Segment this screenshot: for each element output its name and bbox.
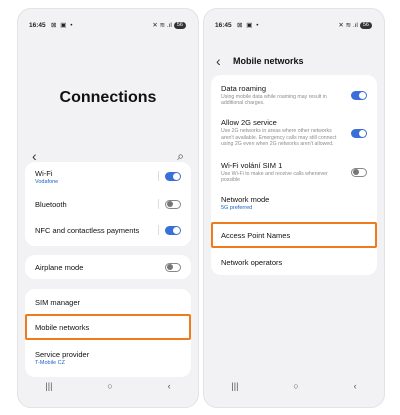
wifi-calling-toggle[interactable] [351, 167, 367, 177]
wifi-label: Wi-Fi [35, 168, 53, 178]
status-time: 16:45 [29, 22, 46, 29]
page-header: Mobile networks [233, 56, 304, 66]
back-nav-icon[interactable]: ‹ [354, 381, 357, 391]
back-arrow-icon[interactable]: ‹ [216, 53, 221, 69]
status-bar: 16:45 ⊠ ▣ • ✕ ≋ .ıl 56 [204, 9, 384, 31]
sim-manager-label: SIM manager [35, 297, 81, 307]
signal-icons: ✕ ≋ .ıl 56 [338, 21, 372, 29]
service-provider-label: Service provider [35, 350, 90, 359]
wifi-calling-row[interactable]: Wi-Fi volání SIM 1 Use Wi-Fi to make and… [211, 155, 377, 189]
airplane-toggle[interactable] [165, 262, 181, 272]
home-icon[interactable]: ○ [293, 381, 298, 391]
allow-2g-row[interactable]: Allow 2G service Use 2G networks in area… [211, 111, 377, 155]
signal-icon: ✕ ≋ .ıl [152, 22, 172, 29]
network-mode-value: 5G preferred [221, 205, 253, 211]
allow-2g-label: Allow 2G service [221, 118, 277, 128]
nfc-toggle[interactable] [165, 225, 181, 235]
signal-icon: ✕ ≋ .ıl [338, 22, 358, 29]
network-mode-label: Network mode [221, 195, 270, 204]
service-provider-sub: T-Mobile CZ [35, 360, 65, 366]
data-roaming-row[interactable]: Data roaming Using mobile data while roa… [211, 75, 377, 111]
bluetooth-row[interactable]: Bluetooth [25, 191, 191, 217]
airplane-card: Airplane mode [25, 255, 191, 279]
airplane-label: Airplane mode [35, 262, 84, 272]
page-title: Connections [59, 89, 157, 106]
bluetooth-label: Bluetooth [35, 199, 67, 209]
back-nav-icon[interactable]: ‹ [168, 381, 171, 391]
recents-icon[interactable]: ||| [45, 381, 52, 391]
sim-manager-row[interactable]: SIM manager [25, 289, 191, 315]
wifi-network: Vodafone [35, 178, 59, 185]
allow-2g-desc: Use 2G networks in areas where other net… [221, 128, 337, 148]
service-provider-row[interactable]: Service provider T-Mobile CZ [25, 345, 191, 371]
network-operators-label: Network operators [221, 257, 283, 267]
signal-icons: ✕ ≋ .ıl 56 [152, 21, 186, 29]
wifi-calling-desc: Use Wi-Fi to make and receive calls when… [221, 170, 328, 184]
access-point-names-label: Access Point Names [221, 230, 291, 240]
network-operators-row[interactable]: Network operators [211, 251, 377, 273]
mobile-networks-row[interactable]: Mobile networks [25, 314, 191, 340]
recents-icon[interactable]: ||| [231, 381, 238, 391]
notification-icons: ⊠ ▣ • [237, 22, 260, 29]
nfc-label: NFC and contactless payments [35, 225, 140, 235]
status-time: 16:45 [215, 22, 232, 29]
home-icon[interactable]: ○ [107, 381, 112, 391]
notification-icons: ⊠ ▣ • [51, 22, 74, 29]
connections-screen: 16:45 ⊠ ▣ • ✕ ≋ .ıl 56 Connections ‹ ⌕ Wi… [17, 8, 199, 408]
connections-card: Wi-Fi Vodafone Bluetooth NFC and contact… [25, 162, 191, 246]
nfc-row[interactable]: NFC and contactless payments [25, 217, 191, 243]
mobile-networks-label: Mobile networks [35, 322, 90, 332]
wifi-toggle[interactable] [165, 172, 181, 181]
airplane-row[interactable]: Airplane mode [25, 255, 191, 279]
network-mode-row[interactable]: Network mode 5G preferred [211, 189, 377, 217]
data-roaming-desc: Using mobile data while roaming may resu… [221, 93, 327, 107]
wifi-calling-label: Wi-Fi volání SIM 1 [221, 160, 283, 170]
battery-icon: 56 [173, 21, 186, 29]
nav-bar: ||| ○ ‹ [18, 379, 198, 393]
wifi-row[interactable]: Wi-Fi Vodafone [25, 162, 191, 191]
data-roaming-toggle[interactable] [351, 90, 367, 100]
access-point-names-row[interactable]: Access Point Names [211, 222, 377, 248]
allow-2g-toggle[interactable] [351, 128, 367, 138]
status-bar: 16:45 ⊠ ▣ • ✕ ≋ .ıl 56 [18, 9, 198, 31]
data-roaming-label: Data roaming [221, 83, 267, 93]
nav-bar: ||| ○ ‹ [204, 379, 384, 393]
bluetooth-toggle[interactable] [165, 199, 181, 209]
battery-icon: 56 [359, 21, 372, 29]
mobile-networks-screen: 16:45 ⊠ ▣ • ✕ ≋ .ıl 56 ‹ Mobile networks … [203, 8, 385, 408]
